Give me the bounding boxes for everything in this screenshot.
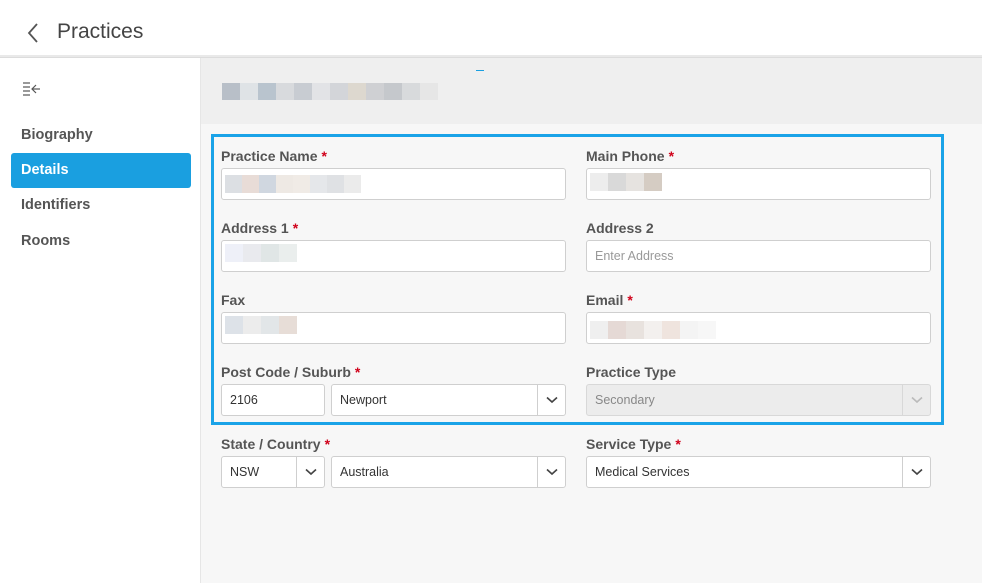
page-title: Practices	[57, 20, 144, 43]
country-select[interactable]: Australia	[331, 456, 566, 488]
entity-header	[201, 58, 982, 124]
country-dropdown-toggle[interactable]	[537, 457, 565, 487]
sidebar-item-rooms[interactable]: Rooms	[11, 224, 191, 259]
sidebar-item-biography[interactable]: Biography	[11, 118, 191, 153]
redacted-entity-name	[222, 83, 438, 100]
state-select[interactable]: NSW	[221, 456, 325, 488]
collapse-menu-icon	[23, 82, 40, 96]
chevron-down-icon	[304, 468, 317, 476]
sidebar-item-details[interactable]: Details	[11, 153, 191, 188]
service-type-dropdown-toggle[interactable]	[902, 457, 930, 487]
link-marker	[476, 70, 484, 71]
sidebar-item-identifiers[interactable]: Identifiers	[11, 188, 191, 223]
chevron-down-icon	[910, 468, 923, 476]
country-value: Australia	[340, 465, 389, 479]
main-content: Practice Name * Main Phone * Address 1 * Ad…	[201, 58, 982, 583]
service-type-label: Service Type *	[586, 436, 681, 452]
chevron-left-icon	[27, 23, 38, 43]
sidebar: Biography Details Identifiers Rooms	[0, 58, 201, 583]
highlight-frame	[211, 134, 944, 425]
chevron-down-icon	[545, 468, 558, 476]
back-button[interactable]	[22, 20, 46, 46]
state-dropdown-toggle[interactable]	[296, 457, 324, 487]
service-type-select[interactable]: Medical Services	[586, 456, 931, 488]
service-type-value: Medical Services	[595, 465, 690, 479]
state-value: NSW	[230, 465, 260, 479]
collapse-sidebar-button[interactable]	[22, 80, 42, 98]
header-bar: Practices	[0, 0, 982, 58]
state-country-label: State / Country *	[221, 436, 331, 452]
